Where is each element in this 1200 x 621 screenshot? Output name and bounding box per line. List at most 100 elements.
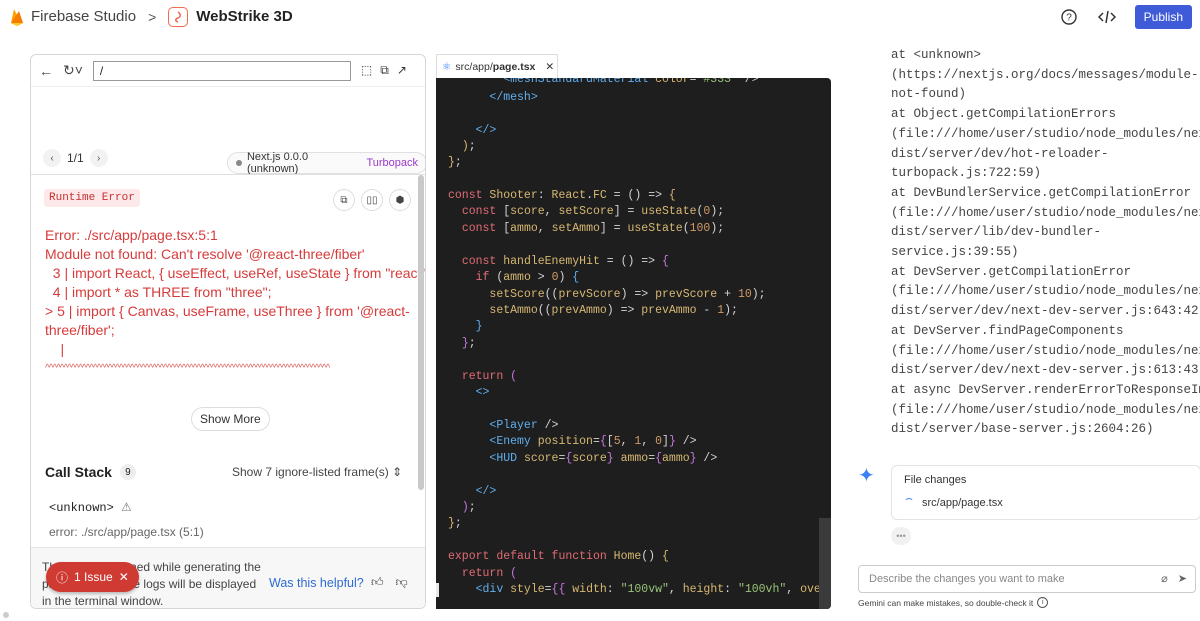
stack-frame-name[interactable]: <unknown> ⚠ <box>49 500 132 515</box>
project-name[interactable]: WebStrike 3D <box>196 8 292 25</box>
code-line: }; <box>461 337 476 350</box>
error-line: 3 | import React, { useEffect, useRef, u… <box>45 265 426 281</box>
devices-icon[interactable]: ⧉ <box>380 63 389 78</box>
code-line: } <box>475 320 483 333</box>
terminal-log: at <unknown> (https://nextjs.org/docs/me… <box>891 48 1200 440</box>
file-change-item[interactable]: src/app/page.tsx <box>904 497 1003 509</box>
code-line: <div style={{ width: "100vw", height: "1… <box>475 583 831 596</box>
feedback-buttons: 👍︎ 👎︎ <box>371 575 408 590</box>
issues-pill[interactable]: ⓘ 1 Issue ✕ <box>46 562 139 592</box>
chat-input[interactable]: Describe the changes you want to make ⌀ … <box>858 565 1196 593</box>
firebase-logo-icon <box>11 8 23 26</box>
preview-panel: ← ↻˅ ⬚ ⧉ ↗ ‹ 1/1 › Next.js 0.0.0 (unknow… <box>30 54 426 609</box>
resize-handle[interactable] <box>3 612 9 618</box>
code-line: const [ammo, setAmmo] = useState(100); <box>461 222 725 235</box>
error-message: Error: ./src/app/page.tsx:5:1 Module not… <box>45 226 426 378</box>
divider <box>31 174 425 175</box>
log-line: dist/server/dev/next-dev-server.js:643:4… <box>891 304 1200 319</box>
log-line: (file:///home/user/studio/node_modules/n… <box>891 343 1200 358</box>
error-circle-icon: ⓘ <box>56 570 69 585</box>
error-line: > 5 | import { Canvas, useFrame, useThre… <box>45 303 410 319</box>
brand[interactable]: Firebase Studio <box>10 7 136 27</box>
code-line: </> <box>475 485 497 498</box>
error-line: | <box>45 341 65 357</box>
gemini-disclaimer: Gemini can make mistakes, so double-chec… <box>858 597 1049 608</box>
file-changes-card[interactable]: File changes src/app/page.tsx <box>891 465 1200 520</box>
loading-spinner-icon <box>904 498 914 508</box>
helpful-prompt: Was this helpful? <box>269 576 364 590</box>
code-editor[interactable]: <meshStandardMaterial color="#333" /> </… <box>436 78 831 609</box>
react-file-icon: ⚛ <box>442 60 452 73</box>
close-icon[interactable]: ✕ <box>119 570 129 584</box>
error-line: Error: ./src/app/page.tsx:5:1 <box>45 227 218 243</box>
publish-button[interactable]: Publish <box>1134 5 1192 29</box>
error-overlay: ‹ 1/1 › Next.js 0.0.0 (unknown) Turbopac… <box>31 142 426 608</box>
info-icon[interactable]: i <box>1037 597 1049 608</box>
close-tab-icon[interactable]: ✕ <box>545 61 554 73</box>
back-arrow-icon[interactable]: ← <box>39 63 53 79</box>
ignore-listed-toggle[interactable]: Show 7 ignore-listed frame(s) ⇕ <box>232 465 402 479</box>
svg-text:?: ? <box>1066 13 1072 24</box>
status-dot-icon <box>236 160 242 166</box>
editor-tab[interactable]: ⚛ src/app/page.tsx ✕ <box>436 54 558 78</box>
error-caret-line: ^^^^^^^^^^^^^^^^^^^^^^^^^^^^^^^^^^^^^^^^… <box>45 363 330 374</box>
brand-name: Firebase Studio <box>31 8 137 25</box>
top-bar: Firebase Studio > WebStrike 3D ? Publish <box>0 0 1200 33</box>
code-line: return ( <box>461 370 518 383</box>
call-stack-count: 9 <box>119 464 136 480</box>
url-tools: ⬚ ⧉ ↗ <box>361 63 407 78</box>
log-line: at DevServer.findPageComponents <box>891 323 1124 338</box>
log-line: dist/server/base-server.js:2604:26) <box>891 422 1154 437</box>
code-line: <> <box>475 386 490 399</box>
code-line: <Player /> <box>489 419 559 432</box>
select-element-icon[interactable]: ⬚ <box>361 63 372 78</box>
log-line: turbopack.js:722:59) <box>891 166 1042 181</box>
attach-icon[interactable]: ⌀ <box>1161 572 1168 585</box>
help-icon[interactable]: ? <box>1059 7 1079 27</box>
chevron-updown-icon: ⇕ <box>392 465 403 479</box>
call-stack-heading: Call Stack 9 <box>45 464 136 480</box>
pager-count: 1/1 <box>67 151 84 165</box>
error-line: three/fiber'; <box>45 322 115 338</box>
file-change-name: src/app/page.tsx <box>922 497 1003 509</box>
tab-filename: page.tsx <box>492 60 536 73</box>
next-error-icon[interactable]: › <box>89 149 108 167</box>
nextjs-version-badge[interactable]: Next.js 0.0.0 (unknown) Turbopack <box>227 151 425 175</box>
ignore-listed-label: Show 7 ignore-listed frame(s) <box>232 465 389 479</box>
code-line: <meshStandardMaterial color="#333" /> <box>503 78 759 86</box>
thumbs-down-icon[interactable]: 👎︎ <box>396 575 408 590</box>
settings-hex-icon[interactable]: ⬢ <box>389 189 411 211</box>
stack-frame-location: error: ./src/app/page.tsx (5:1) <box>49 525 204 539</box>
thinking-indicator: ••• <box>891 527 911 545</box>
thumbs-up-icon[interactable]: 👍︎ <box>371 575 384 590</box>
tab-dir: src/app/ <box>455 60 493 73</box>
stack-frame-label: <unknown> <box>49 501 114 515</box>
preview-scrollbar[interactable] <box>418 175 424 490</box>
url-input[interactable] <box>92 60 351 81</box>
code-line: </mesh> <box>489 91 538 104</box>
open-external-icon[interactable]: ↗ <box>397 63 407 78</box>
editor-scrollbar[interactable] <box>819 518 831 609</box>
tab-path: src/app/page.tsx <box>455 61 535 73</box>
log-line: (file:///home/user/studio/node_modules/n… <box>891 284 1200 299</box>
log-line: not-found) <box>891 87 967 102</box>
code-line: const [score, setScore] = useState(0); <box>461 205 725 218</box>
log-line: (file:///home/user/studio/node_modules/n… <box>891 205 1200 220</box>
code-view-icon[interactable] <box>1097 7 1117 27</box>
code-line: setAmmo((prevAmmo) => prevAmmo - 1); <box>489 304 738 317</box>
prev-error-icon[interactable]: ‹ <box>43 149 61 167</box>
file-changes-title: File changes <box>904 474 967 486</box>
reload-icon[interactable]: ↻˅ <box>63 62 83 79</box>
log-line: dist/server/dev/hot-reloader- <box>891 146 1109 161</box>
log-line: (file:///home/user/studio/node_modules/n… <box>891 402 1200 417</box>
code-line: ); <box>461 501 476 514</box>
log-line: (file:///home/user/studio/node_modules/n… <box>891 126 1200 141</box>
warning-icon: ⚠ <box>121 501 132 515</box>
code-line: ); <box>461 140 476 153</box>
show-more-button[interactable]: Show More <box>191 407 270 431</box>
code-line: setScore((prevScore) => prevScore + 10); <box>489 288 766 301</box>
log-line: dist/server/lib/dev-bundler- <box>891 225 1102 240</box>
docs-book-icon[interactable]: ▯▯ <box>361 189 383 211</box>
copy-icon[interactable]: ⧉ <box>333 189 355 211</box>
send-icon[interactable]: ➤ <box>1178 572 1187 585</box>
